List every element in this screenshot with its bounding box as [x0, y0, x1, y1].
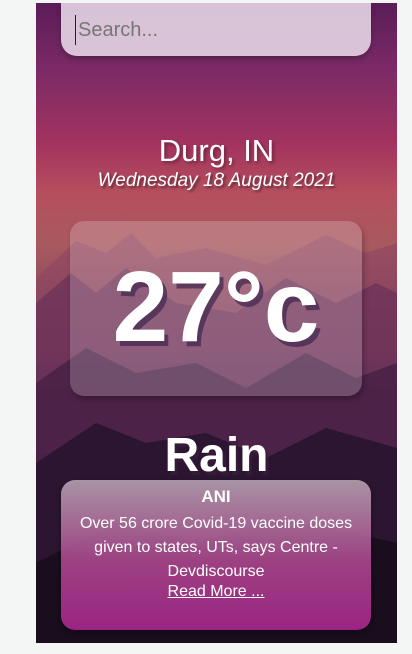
app-screen: Durg, IN Wednesday 18 August 2021 27°c R… — [36, 3, 397, 643]
news-headline: Over 56 crore Covid-19 vaccine doses giv… — [79, 515, 353, 580]
city-name: Durg, IN — [158, 133, 275, 168]
temperature-card: 27°c — [70, 221, 362, 396]
news-card: ANI Over 56 crore Covid-19 vaccine doses… — [61, 480, 371, 630]
current-date: Wednesday 18 August 2021 — [97, 170, 336, 191]
news-source: ANI — [201, 487, 231, 506]
search-bar[interactable] — [61, 3, 371, 56]
search-input[interactable] — [75, 15, 360, 45]
weather-condition: Rain — [164, 429, 269, 482]
temperature-value: 27°c — [112, 251, 320, 363]
read-more-link[interactable]: Read More ... — [61, 583, 371, 601]
